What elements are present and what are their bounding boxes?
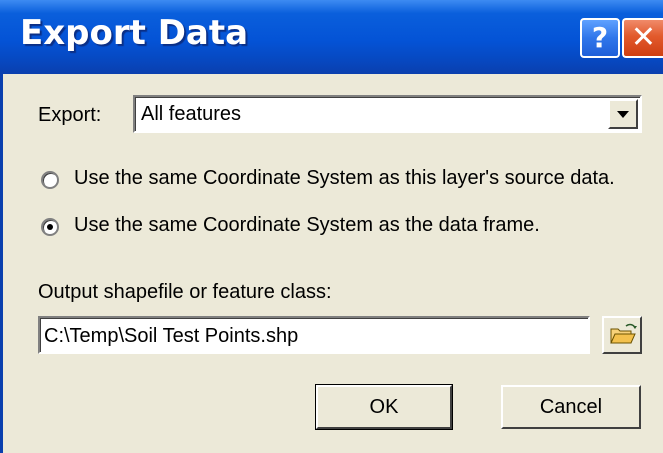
- close-button[interactable]: ✕: [622, 18, 663, 58]
- dialog-left-border: [0, 74, 3, 453]
- ok-button[interactable]: OK: [315, 384, 453, 430]
- export-label: Export:: [38, 104, 102, 126]
- output-path-value: C:\Temp\Soil Test Points.shp: [44, 325, 299, 347]
- open-folder-icon: [610, 323, 637, 344]
- cancel-button[interactable]: Cancel: [501, 385, 641, 429]
- browse-button[interactable]: [602, 316, 642, 354]
- title-bar[interactable]: Export Data ? ✕: [0, 0, 663, 74]
- radio-data-frame-label[interactable]: Use the same Coordinate System as the da…: [74, 214, 540, 237]
- export-dropdown-value: All features: [141, 103, 242, 125]
- help-icon: ?: [591, 21, 609, 54]
- close-icon: ✕: [630, 20, 657, 55]
- output-path-field[interactable]: C:\Temp\Soil Test Points.shp: [38, 316, 590, 354]
- dialog-title: Export Data: [20, 13, 249, 53]
- help-button[interactable]: ?: [580, 18, 620, 58]
- radio-data-frame[interactable]: [41, 218, 59, 236]
- chevron-down-icon[interactable]: [608, 99, 638, 129]
- export-data-dialog: Export Data ? ✕ Export: All features Use…: [0, 0, 663, 453]
- export-dropdown[interactable]: All features: [133, 95, 642, 133]
- output-label: Output shapefile or feature class:: [38, 281, 332, 303]
- radio-source-data-label[interactable]: Use the same Coordinate System as this l…: [74, 167, 615, 190]
- radio-source-data[interactable]: [41, 171, 59, 189]
